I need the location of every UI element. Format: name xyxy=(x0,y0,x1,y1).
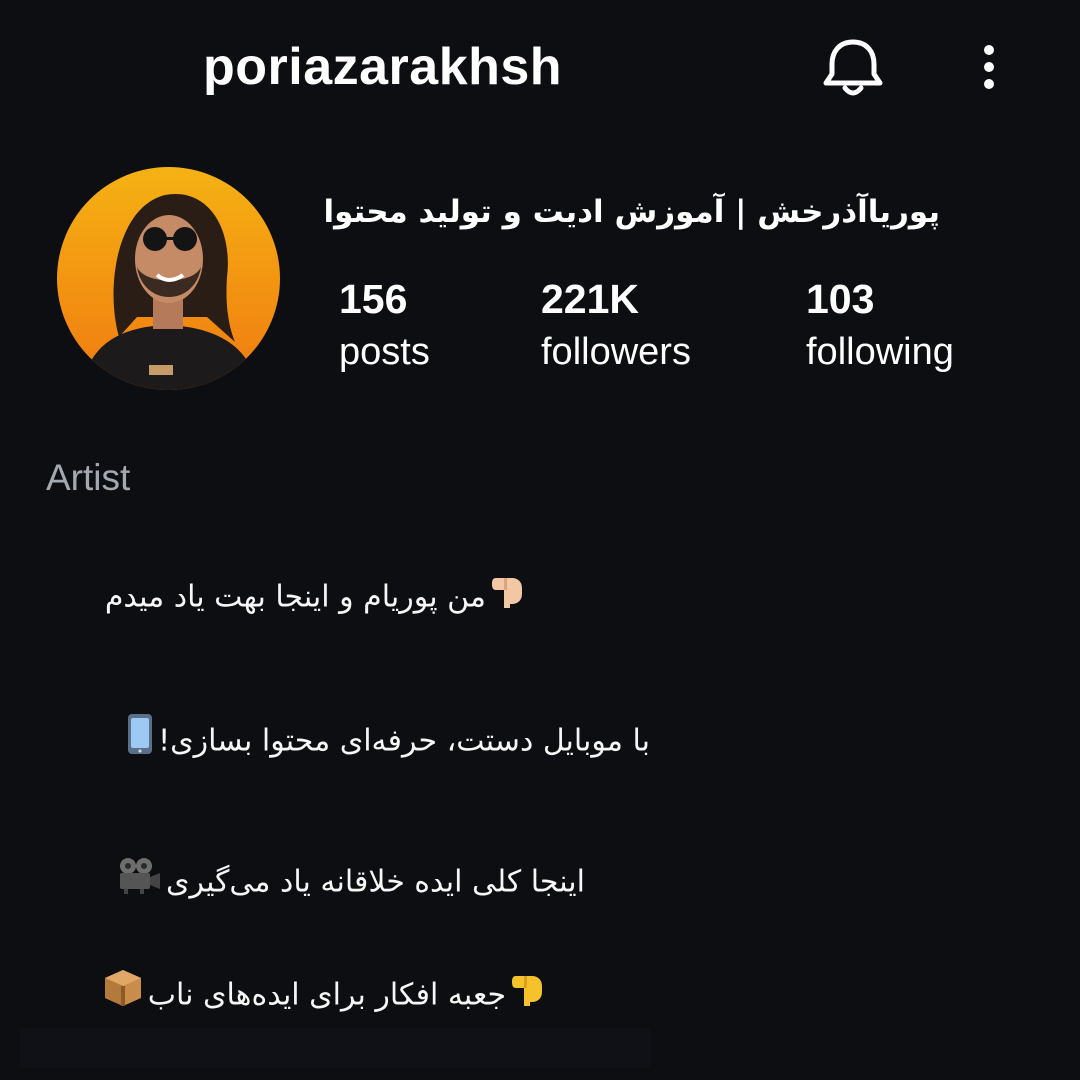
followers-count: 221K xyxy=(541,276,640,322)
notifications-button[interactable] xyxy=(818,36,888,102)
bell-icon xyxy=(823,39,883,96)
posts-count: 156 xyxy=(339,276,408,322)
avatar-photo xyxy=(57,167,280,390)
mobile-phone-icon xyxy=(126,712,154,772)
bio-text: من پوریام و اینجا بهت یاد میدم xyxy=(104,579,486,615)
following-stat[interactable]: 103 following xyxy=(806,272,954,378)
pointing-down-hand-icon xyxy=(490,570,528,626)
profile-avatar[interactable] xyxy=(57,167,280,390)
posts-label: posts xyxy=(339,331,430,373)
pointing-down-hand-icon xyxy=(510,968,548,1024)
profile-username: poriazarakhsh xyxy=(203,38,563,96)
followers-stat[interactable]: 221K followers xyxy=(541,272,691,378)
bio-text: اینجا کلی ایده خلاقانه یاد می‌گیری xyxy=(166,864,585,900)
bio-line: با موبایل دستت، حرفه‌ای محتوا بسازی! xyxy=(122,712,650,772)
more-options-button[interactable] xyxy=(968,40,1010,96)
bio-line: جعبه افکار برای ایده‌های ناب xyxy=(98,967,552,1025)
profile-category: Artist xyxy=(46,457,131,498)
following-label: following xyxy=(806,331,954,373)
faded-overlay xyxy=(20,1028,650,1068)
posts-stat[interactable]: 156 posts xyxy=(339,272,430,378)
film-projector-icon xyxy=(116,855,162,911)
more-vertical-icon xyxy=(984,45,994,89)
bio-line: من پوریام و اینجا بهت یاد میدم xyxy=(105,570,532,626)
bio-text: جعبه افکار برای ایده‌های ناب xyxy=(147,977,506,1013)
bio-line: اینجا کلی ایده خلاقانه یاد می‌گیری xyxy=(112,855,585,911)
bio-text: با موبایل دستت، حرفه‌ای محتوا بسازی! xyxy=(158,723,650,759)
package-icon xyxy=(102,967,144,1025)
followers-label: followers xyxy=(541,331,691,373)
profile-display-name: پوریاآذرخش | آموزش ادیت و تولید محتوا xyxy=(323,194,941,230)
following-count: 103 xyxy=(806,276,875,322)
